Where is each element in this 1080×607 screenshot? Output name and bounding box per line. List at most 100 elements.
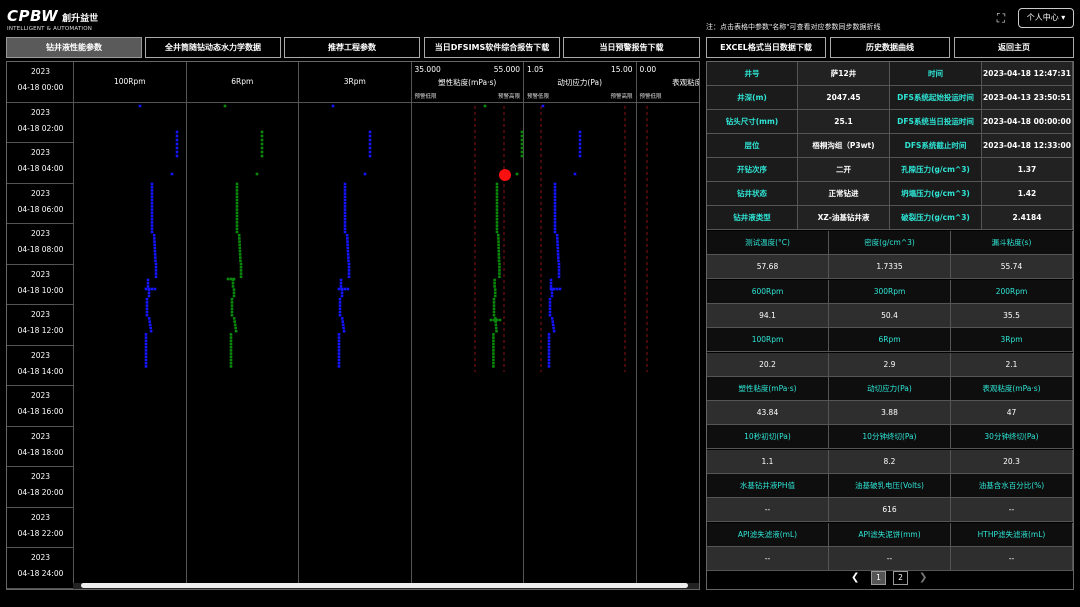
log-point [239, 275, 243, 279]
log-point [492, 365, 495, 368]
log-point [232, 317, 236, 320]
param-name[interactable]: 30分钟终切(Pa) [951, 425, 1073, 450]
log-point [520, 134, 524, 138]
log-point [230, 313, 234, 317]
info-key[interactable]: DFS系统起始投运时间 [890, 86, 982, 110]
param-name[interactable]: 6Rpm [829, 328, 951, 353]
excel-download-button[interactable]: EXCEL格式当日数据下载 [706, 37, 826, 58]
tab-hydraulics-data[interactable]: 全井筒随钻动态水力学数据 [145, 37, 281, 58]
log-point [150, 198, 154, 202]
param-name[interactable]: 水基钻井液PH值 [707, 474, 829, 498]
scrollbar-thumb[interactable] [81, 583, 688, 588]
param-header-row: 600Rpm 300Rpm 200Rpm [707, 279, 1073, 304]
info-key[interactable]: 钻头尺寸(mm) [707, 110, 798, 134]
info-key[interactable]: 钻井状态 [707, 182, 798, 206]
back-home-button[interactable]: 返回主页 [954, 37, 1074, 58]
param-value: 1.1 [707, 449, 829, 474]
page-1-button[interactable]: 1 [871, 571, 886, 585]
log-point [495, 217, 499, 221]
info-key[interactable]: 钻井液类型 [707, 206, 798, 230]
info-value: 2047.45 [798, 86, 890, 110]
info-key[interactable]: 井深(m) [707, 86, 798, 110]
info-key[interactable]: 孔隙压力(g/cm^3) [890, 158, 982, 182]
param-name[interactable]: 300Rpm [829, 279, 951, 304]
next-page-icon[interactable]: ❯ [919, 572, 927, 583]
history-curve-button[interactable]: 历史数据曲线 [830, 37, 950, 58]
log-point [154, 259, 157, 263]
page-2-button[interactable]: 2 [893, 571, 908, 585]
log-point [154, 275, 158, 279]
param-value: -- [707, 498, 829, 523]
log-point [578, 130, 582, 134]
param-name[interactable]: 塑性粘度(mPa·s) [707, 376, 829, 401]
info-key[interactable]: DFS系统截止时间 [890, 134, 982, 158]
param-value: 2.1 [951, 352, 1073, 377]
log-point [138, 104, 142, 108]
log-point [556, 253, 560, 256]
param-value: 2.9 [829, 352, 951, 377]
param-name[interactable]: API滤失滤液(mL) [707, 522, 829, 547]
log-point [230, 301, 234, 304]
param-name[interactable]: 3Rpm [951, 328, 1073, 353]
info-key[interactable]: 破裂压力(g/cm^3) [890, 206, 982, 230]
log-point [338, 301, 342, 304]
log-point [489, 318, 493, 322]
prev-page-icon[interactable]: ❮ [851, 572, 859, 583]
param-name[interactable]: 表观粘度(mPa·s) [951, 376, 1073, 401]
param-name[interactable]: 油基破乳电压(Volts) [829, 474, 951, 498]
log-point [260, 134, 264, 138]
log-point [343, 185, 347, 189]
log-point [235, 182, 239, 186]
log-point [492, 318, 496, 322]
log-point [238, 246, 242, 250]
log-point [343, 201, 347, 205]
param-name[interactable]: 10秒初切(Pa) [707, 425, 829, 450]
log-point [175, 150, 179, 154]
info-key[interactable]: 开钻次序 [707, 158, 798, 182]
log-point [343, 205, 347, 208]
log-point [337, 361, 341, 365]
alarm-marker[interactable] [499, 169, 511, 181]
log-point [150, 227, 154, 231]
log-point [153, 243, 156, 247]
param-name[interactable]: 100Rpm [707, 328, 829, 353]
horizontal-scrollbar[interactable] [73, 583, 699, 589]
param-name[interactable]: 漏斗粘度(s) [951, 231, 1073, 255]
log-point [153, 237, 156, 240]
log-point [548, 313, 552, 317]
dfsims-report-download-button[interactable]: 当日DFSIMS软件综合报告下载 [424, 37, 560, 58]
alarm-report-download-button[interactable]: 当日预警报告下载 [563, 37, 700, 58]
param-name[interactable]: 动切应力(Pa) [829, 376, 951, 401]
user-center-button[interactable]: 个人中心 ▾ [1018, 8, 1074, 28]
tab-recommended-params[interactable]: 推荐工程参数 [284, 37, 420, 58]
param-name[interactable]: 200Rpm [951, 279, 1073, 304]
log-point [497, 240, 500, 243]
log-point [578, 134, 582, 138]
info-row: 层位 梧桐沟组（P3wt) DFS系统截止时间 2023-04-18 12:33:00 [707, 134, 1073, 158]
param-name[interactable]: 600Rpm [707, 279, 829, 304]
info-key[interactable]: 井号 [707, 62, 798, 86]
log-point [238, 249, 242, 253]
log-point [150, 201, 154, 205]
info-key[interactable]: 坍塌压力(g/cm^3) [890, 182, 982, 206]
info-value: 2023-04-18 12:33:00 [982, 134, 1073, 158]
info-value: XZ-油基钻井液 [798, 206, 890, 230]
param-name[interactable]: 10分钟终切(Pa) [829, 425, 951, 450]
tab-drilling-fluid-params[interactable]: 钻井液性能参数 [6, 37, 142, 58]
log-point [498, 275, 501, 279]
info-key[interactable]: 时间 [890, 62, 982, 86]
info-key[interactable]: 层位 [707, 134, 798, 158]
param-name[interactable]: 测试温度(°C) [707, 231, 829, 255]
param-name[interactable]: 油基含水百分比(%) [951, 474, 1073, 498]
log-point [146, 281, 150, 285]
log-point [368, 146, 372, 150]
param-name[interactable]: HTHP滤失滤液(mL) [951, 522, 1073, 547]
log-point [239, 269, 243, 272]
info-key[interactable]: DFS系统当日投运时间 [890, 110, 982, 134]
param-name[interactable]: API滤失泥饼(mm) [829, 522, 951, 547]
fullscreen-icon[interactable]: ⛶ [994, 11, 1008, 25]
log-point [154, 265, 158, 269]
param-name[interactable]: 密度(g/cm^3) [829, 231, 951, 255]
log-point [492, 313, 496, 317]
log-point [175, 154, 179, 158]
